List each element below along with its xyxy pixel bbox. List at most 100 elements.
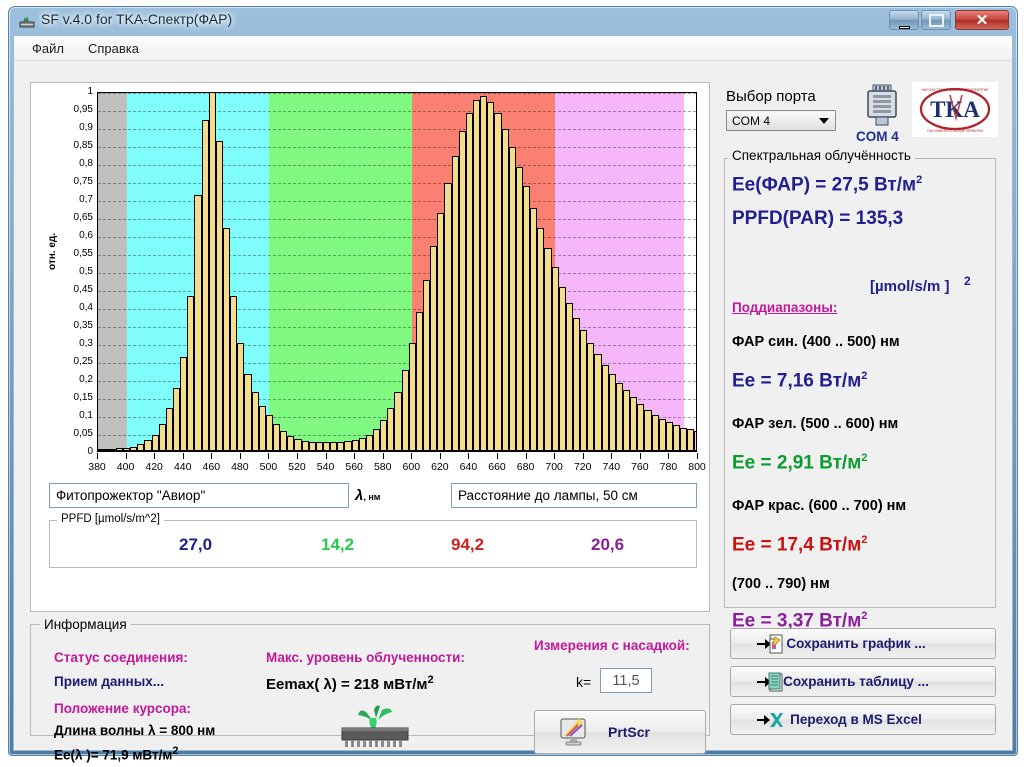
spectrum-bar (694, 430, 696, 451)
x-tick-label: 540 (316, 461, 335, 473)
x-tick-mark (382, 453, 384, 459)
maximize-button[interactable] (921, 10, 951, 30)
cursor-ee-text: Ee(λ )= 71,9 мВт/м (54, 747, 173, 763)
spectrum-bar (551, 267, 559, 451)
ppfd-units-sup: 2 (964, 274, 971, 288)
application-window: SF v.4.0 for TKA-Спектр(ФАР) ✕ Файл Спра… (8, 6, 1018, 763)
x-tick-mark (411, 453, 413, 459)
spectrum-bar (473, 100, 481, 451)
spectrum-bar (415, 312, 423, 451)
range-label-farred: (700 .. 790) нм (732, 576, 830, 592)
range-label-green: ФАР зел. (500 .. 600) нм (732, 416, 899, 432)
app-icon (19, 16, 35, 28)
spectrum-bar (315, 442, 323, 451)
ppfd-value-3: 20,6 (591, 535, 625, 554)
save-table-button[interactable]: Сохранить таблицу ... (730, 666, 996, 697)
spectrum-bar (544, 247, 552, 451)
ee-par-value: Ee(ФАР) = 27,5 Вт/м2 (732, 174, 922, 196)
prtscr-button[interactable]: PrtScr (534, 710, 706, 754)
x-tick-mark (125, 453, 127, 459)
x-tick-mark (97, 453, 98, 459)
y-tick-label: 0,9 (79, 122, 93, 133)
spectrum-bar (294, 439, 302, 451)
spectrum-bar (344, 441, 352, 451)
k-coefficient-input[interactable]: 11,5 (600, 668, 652, 693)
y-tick-label: 0,55 (73, 248, 93, 259)
spectrum-bar (265, 415, 273, 451)
spectrum-bar (580, 330, 588, 451)
spectrum-bar (115, 448, 123, 451)
port-select-dropdown[interactable]: COM 4 (726, 110, 836, 131)
menu-item-help[interactable]: Справка (78, 38, 149, 59)
x-tick-mark (582, 453, 584, 459)
save-chart-button[interactable]: Сохранить график ... (730, 628, 996, 659)
spectrum-bar (687, 429, 695, 451)
y-tick-label: 0,75 (73, 176, 93, 187)
spectrum-bar (401, 370, 409, 451)
client-area: Файл Справка отн. ед. 0 0,05 0,1 0,15 0,2 0,2… (13, 35, 1013, 763)
x-tick-mark (668, 453, 670, 459)
info-group-legend: Информация (40, 617, 131, 632)
spectrum-bar (387, 407, 395, 451)
ppfd-units: [µmol/s/m ] (870, 278, 949, 295)
spectrum-bar (330, 442, 338, 451)
spectrum-bar (373, 429, 381, 451)
spectrum-bar (665, 422, 673, 451)
chevron-down-icon (819, 118, 829, 124)
spectrum-bar (608, 373, 616, 451)
spectrum-bar (323, 442, 331, 451)
x-tick-label: 560 (345, 461, 363, 473)
y-tick-label: 0,15 (73, 392, 93, 403)
nozzle-measurement-label: Измерения с насадкой: (534, 638, 690, 653)
open-excel-button[interactable]: Переход в MS Excel (730, 704, 996, 735)
ppfd-par-value: PPFD(PAR) = 135,3 (732, 208, 904, 229)
x-tick-mark (182, 453, 184, 459)
x-tick-label: 400 (116, 461, 135, 473)
spectrum-bar (458, 130, 466, 451)
menu-item-file-label: Файл (32, 40, 64, 56)
plot-area[interactable] (97, 92, 697, 452)
spectrum-bar (680, 427, 688, 451)
spectrum-bar (587, 343, 595, 451)
screen-capture-icon (560, 718, 586, 746)
distance-value: Расстояние до лампы, 50 см (458, 488, 638, 503)
spectrum-bar (137, 443, 145, 451)
range-value-green-text: Ee = 2,91 Вт/м (732, 452, 862, 474)
close-button[interactable]: ✕ (955, 10, 1009, 30)
range-value-green: Ee = 2,91 Вт/м2 (732, 452, 867, 474)
spectrum-bar (637, 404, 645, 451)
ppfd-value-2: 94,2 (451, 535, 485, 554)
spectrum-bar (630, 397, 638, 451)
spectrum-bar (173, 388, 181, 451)
y-tick-label: 0,85 (73, 140, 93, 151)
menu-item-file[interactable]: Файл (22, 38, 74, 59)
spectrum-bar (158, 424, 166, 451)
spectrum-bar (487, 101, 495, 451)
x-tick-label: 580 (373, 461, 392, 473)
x-tick-mark (697, 453, 698, 459)
lamp-name-input[interactable]: Фитопрожектор "Авиор" (49, 483, 349, 508)
right-panel: Выбор порта COM 4 COM 4 TKA НАУЧНО-ТЕХНИ… (722, 82, 998, 631)
menu-item-help-label: Справка (87, 40, 139, 56)
spectrum-bar (273, 424, 281, 451)
k-coefficient-value: 11,5 (612, 672, 640, 689)
spectrum-bar (287, 435, 295, 451)
x-tick-label: 420 (145, 461, 163, 473)
spectrum-bar (123, 448, 131, 451)
spectrum-bar (194, 195, 202, 451)
distance-input[interactable]: Расстояние до лампы, 50 см (451, 483, 697, 508)
save-chart-icon (757, 634, 783, 654)
spectrum-bar (308, 441, 316, 451)
spectrum-bar (351, 440, 359, 451)
y-tick-label: 0,45 (73, 284, 93, 295)
spectrum-bar (130, 446, 138, 451)
x-tick-mark (468, 453, 470, 459)
x-tick-label: 680 (516, 461, 535, 473)
connection-status-value: Прием данных... (54, 674, 164, 689)
x-tick-mark (611, 453, 613, 459)
spectrum-bar (594, 353, 602, 451)
spectrum-bar (651, 415, 659, 451)
minimize-button[interactable] (889, 10, 919, 30)
x-tick-label: 460 (202, 461, 221, 473)
spectrum-bar (437, 213, 445, 451)
